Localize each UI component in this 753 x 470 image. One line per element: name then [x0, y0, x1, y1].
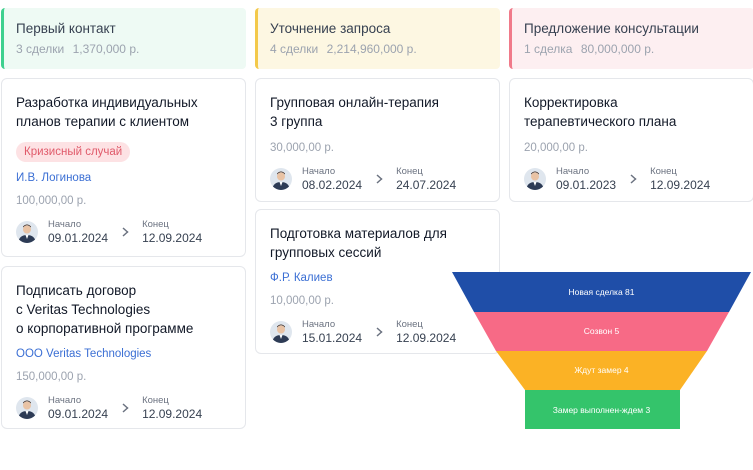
deal-count: 1 сделка: [524, 42, 573, 56]
deal-contact-link[interactable]: ООО Veritas Technologies: [16, 348, 231, 360]
deal-title: Корректировка терапевтического плана: [524, 95, 677, 129]
deal-title: Подписать договор с Veritas Technologies…: [16, 283, 194, 336]
deal-dates: Начало 09.01.2023 Конец 12.09.2024: [524, 166, 739, 192]
column-header[interactable]: Уточнение запроса 4 сделки 2,214,960,000…: [255, 8, 500, 69]
end-date: Конец 12.09.2024: [142, 395, 203, 421]
sales-funnel: Новая сделка 81 Созвон 5 Ждут замер 4 За…: [452, 272, 751, 429]
deal-card[interactable]: Разработка индивидуальных планов терапии…: [1, 78, 246, 257]
column-header[interactable]: Предложение консультации 1 сделка 80,000…: [509, 8, 753, 69]
funnel-stage-waiting-measure[interactable]: Ждут замер 4: [496, 351, 707, 390]
deal-sum: 1,370,000 р.: [72, 42, 140, 56]
deal-sum: 80,000,000 р.: [580, 42, 655, 56]
column-clarify-request: Уточнение запроса 4 сделки 2,214,960,000…: [255, 8, 500, 354]
funnel-stage-label: Ждут замер 4: [574, 365, 629, 375]
column-title: Первый контакт: [16, 21, 116, 36]
deal-count: 3 сделки: [16, 42, 65, 56]
chevron-right-icon: [122, 403, 132, 413]
column-meta: 1 сделка 80,000,000 р.: [524, 42, 742, 56]
chevron-right-icon: [122, 227, 132, 237]
funnel-stage-new-deal[interactable]: Новая сделка 81: [452, 272, 751, 312]
end-date: Конец 12.09.2024: [142, 219, 203, 245]
avatar[interactable]: [524, 168, 546, 190]
deal-count: 4 сделки: [270, 42, 319, 56]
start-date: Начало 09.01.2024: [48, 395, 109, 421]
start-date: Начало 09.01.2023: [556, 166, 617, 192]
deal-contact-link[interactable]: И.В. Логинова: [16, 172, 231, 184]
chevron-right-icon: [630, 174, 640, 184]
deal-amount: 30,000,00 р.: [270, 142, 334, 154]
status-badge: Кризисный случай: [16, 142, 131, 162]
end-date: Конец 12.09.2024: [650, 166, 711, 192]
deal-dates: Начало 09.01.2024 Конец 12.09.2024: [16, 395, 231, 421]
avatar[interactable]: [16, 397, 38, 419]
deal-amount: 150,000,00 р.: [16, 371, 87, 383]
avatar[interactable]: [270, 168, 292, 190]
funnel-stage-measure-done[interactable]: Замер выполнен-ждем 3: [525, 390, 680, 429]
funnel-stage-label: Созвон 5: [584, 326, 620, 336]
chevron-right-icon: [376, 327, 386, 337]
chevron-right-icon: [376, 174, 386, 184]
deal-card[interactable]: Групповая онлайн-терапия 3 группа 30,000…: [255, 78, 500, 202]
column-meta: 4 сделки 2,214,960,000 р.: [270, 42, 488, 56]
end-date: Конец 12.09.2024: [396, 319, 457, 345]
funnel-stage-label: Новая сделка 81: [568, 287, 634, 297]
deal-dates: Начало 08.02.2024 Конец 24.07.2024: [270, 166, 485, 192]
deal-amount: 100,000,00 р.: [16, 195, 87, 207]
deal-title: Групповая онлайн-терапия 3 группа: [270, 95, 439, 129]
column-title: Уточнение запроса: [270, 21, 391, 36]
start-date: Начало 09.01.2024: [48, 219, 109, 245]
column-consultation-offer: Предложение консультации 1 сделка 80,000…: [509, 8, 753, 202]
funnel-stage-label: Замер выполнен-ждем 3: [553, 405, 651, 415]
end-date: Конец 24.07.2024: [396, 166, 457, 192]
avatar[interactable]: [270, 321, 292, 343]
avatar[interactable]: [16, 221, 38, 243]
deal-card[interactable]: Подписать договор с Veritas Technologies…: [1, 266, 246, 429]
deal-dates: Начало 09.01.2024 Конец 12.09.2024: [16, 219, 231, 245]
deal-card[interactable]: Корректировка терапевтического плана 20,…: [509, 78, 753, 202]
deal-title: Подготовка материалов для групповых сесс…: [270, 226, 447, 260]
deal-sum: 2,214,960,000 р.: [326, 42, 417, 56]
deal-amount: 20,000,00 р.: [524, 142, 588, 154]
deal-title: Разработка индивидуальных планов терапии…: [16, 95, 198, 129]
funnel-stage-call[interactable]: Созвон 5: [474, 312, 729, 351]
column-first-contact: Первый контакт 3 сделки 1,370,000 р. Раз…: [1, 8, 246, 429]
start-date: Начало 15.01.2024: [302, 319, 363, 345]
column-title: Предложение консультации: [524, 21, 699, 36]
start-date: Начало 08.02.2024: [302, 166, 363, 192]
column-header[interactable]: Первый контакт 3 сделки 1,370,000 р.: [1, 8, 246, 69]
column-meta: 3 сделки 1,370,000 р.: [16, 42, 234, 56]
